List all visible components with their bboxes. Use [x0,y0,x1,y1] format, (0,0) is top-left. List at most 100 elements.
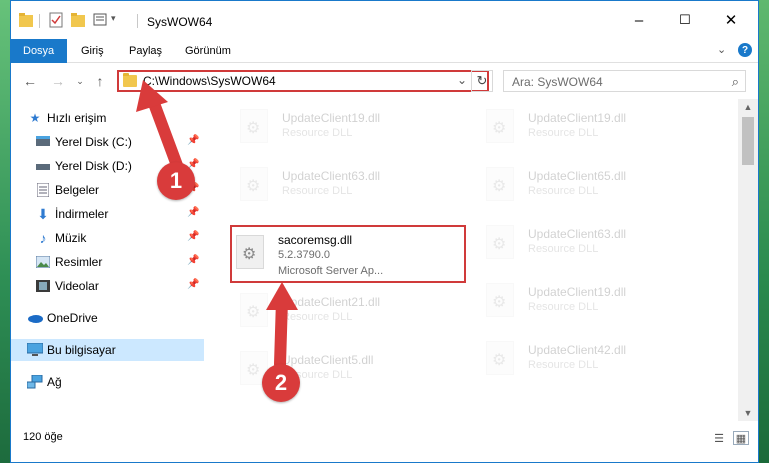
dll-file-icon [486,167,514,201]
scroll-thumb[interactable] [742,117,754,165]
dll-file-icon [236,235,264,269]
customize-toolbar-icon[interactable] [93,12,109,28]
ribbon-expand-icon[interactable]: ⌄ [717,43,726,56]
dll-file-icon [486,225,514,259]
file-name: UpdateClient42.dll [528,343,627,357]
desktop-background-right [759,0,769,463]
file-item[interactable]: UpdateClient42.dll Resource DLL [466,333,706,387]
dll-file-icon [240,109,268,143]
file-name: UpdateClient63.dll [282,169,381,183]
pin-icon[interactable]: 📌 [187,279,199,290]
nav-item-label: İndirmeler [55,207,109,221]
properties-icon[interactable] [49,12,63,28]
file-type: Resource DLL [282,127,353,139]
file-item-sacoremsg[interactable]: sacoremsg.dll 5.2.3790.0 Microsoft Serve… [230,225,466,283]
file-item[interactable]: UpdateClient5.dll Resource DLL [220,343,460,397]
pin-icon[interactable]: 📌 [187,255,199,266]
item-count: 120 öğe [23,431,63,443]
explorer-window: ▾ SysWOW64 – ☐ ✕ Dosya Giriş Paylaş Görü… [10,0,759,463]
network-icon [27,375,43,389]
file-type: Resource DLL [282,311,353,323]
nav-item-label: Ağ [47,375,62,389]
drive-icon [35,159,51,173]
download-icon: ⬇ [37,205,49,222]
help-icon[interactable]: ? [738,43,752,57]
new-folder-icon[interactable] [71,12,85,28]
search-icon: ⌕ [731,74,739,89]
star-icon: ★ [29,111,41,125]
nav-item-pictures[interactable]: Resimler 📌 [11,251,204,273]
search-placeholder: Ara: SysWOW64 [512,75,603,89]
nav-item-label: OneDrive [47,311,98,325]
tab-home[interactable]: Giriş [71,39,114,63]
nav-item-network[interactable]: Ağ [11,371,204,393]
vertical-scrollbar[interactable]: ▲ ▼ [738,99,758,421]
step-badge-1: 1 [157,162,195,200]
tab-share[interactable]: Paylaş [119,39,172,63]
file-type: Resource DLL [528,243,599,255]
scroll-up-icon[interactable]: ▲ [738,99,758,115]
file-type: Resource DLL [528,185,599,197]
large-icons-view-icon[interactable]: ▦ [733,431,749,445]
nav-item-onedrive[interactable]: OneDrive [11,307,204,329]
scroll-down-icon[interactable]: ▼ [738,405,758,421]
nav-item-videos[interactable]: Videolar 📌 [11,275,204,297]
computer-icon [27,343,43,357]
status-bar: 120 öğe ☰ ▦ [11,421,758,462]
up-arrow-icon[interactable]: ↑ [91,72,109,90]
dll-file-icon [486,109,514,143]
maximize-button[interactable]: ☐ [662,7,708,33]
nav-item-this-pc[interactable]: Bu bilgisayar [11,339,204,361]
dll-file-icon [240,167,268,201]
address-bar[interactable]: C:\Windows\SysWOW64 ⌄ [117,70,489,92]
file-name: UpdateClient19.dll [282,111,381,125]
close-button[interactable]: ✕ [708,7,754,33]
file-name: UpdateClient63.dll [528,227,627,241]
file-type: Resource DLL [528,359,599,371]
step-badge-2: 2 [262,364,300,402]
forward-arrow-icon[interactable]: → [49,72,67,90]
onedrive-icon [27,311,43,325]
music-icon: ♪ [39,230,47,246]
file-item[interactable]: UpdateClient63.dll Resource DLL [220,159,460,213]
nav-item-label: Müzik [55,231,87,245]
file-item[interactable]: UpdateClient19.dll Resource DLL [466,101,706,155]
back-arrow-icon[interactable]: ← [21,72,39,90]
file-description: Microsoft Server Ap... [278,265,384,277]
window-title: SysWOW64 [147,15,213,29]
pin-icon[interactable]: 📌 [187,231,199,242]
file-name: sacoremsg.dll [278,233,353,247]
file-item[interactable]: UpdateClient19.dll Resource DLL [220,101,460,155]
folder-icon [19,13,33,27]
file-name: UpdateClient5.dll [282,353,374,367]
file-item[interactable]: UpdateClient65.dll Resource DLL [466,159,706,213]
details-view-icon[interactable]: ☰ [711,431,727,445]
minimize-button[interactable]: – [616,7,662,33]
file-name: UpdateClient19.dll [528,111,627,125]
nav-item-label: Bu bilgisayar [47,343,116,357]
desktop-background-left [0,0,10,463]
nav-item-local-disk-c[interactable]: Yerel Disk (C:) 📌 [11,131,204,153]
nav-item-quick-access[interactable]: ★ Hızlı erişim [11,107,204,129]
file-type: Resource DLL [528,127,599,139]
file-item[interactable]: UpdateClient21.dll Resource DLL [220,285,460,339]
recent-locations-icon[interactable]: ⌄ [71,72,89,90]
videos-icon [35,279,51,293]
file-type: Resource DLL [282,185,353,197]
folder-icon [123,73,137,87]
nav-item-label: Yerel Disk (C:) [55,135,132,149]
nav-item-downloads[interactable]: ⬇ İndirmeler 📌 [11,203,204,225]
pin-icon[interactable]: 📌 [187,135,199,146]
pin-icon[interactable]: 📌 [187,207,199,218]
quick-access-dropdown-icon[interactable]: ▾ [111,13,116,29]
nav-item-music[interactable]: ♪ Müzik 📌 [11,227,204,249]
divider [39,14,40,28]
file-item[interactable]: UpdateClient63.dll Resource DLL [466,217,706,271]
address-path: C:\Windows\SysWOW64 [143,74,276,88]
nav-item-label: Belgeler [55,183,100,197]
tab-view[interactable]: Görünüm [175,39,241,63]
search-input[interactable]: Ara: SysWOW64 ⌕ [503,70,746,92]
refresh-button[interactable]: ↻ [471,70,493,92]
address-dropdown-icon[interactable]: ⌄ [457,73,467,87]
file-item[interactable]: UpdateClient19.dll Resource DLL [466,275,706,329]
